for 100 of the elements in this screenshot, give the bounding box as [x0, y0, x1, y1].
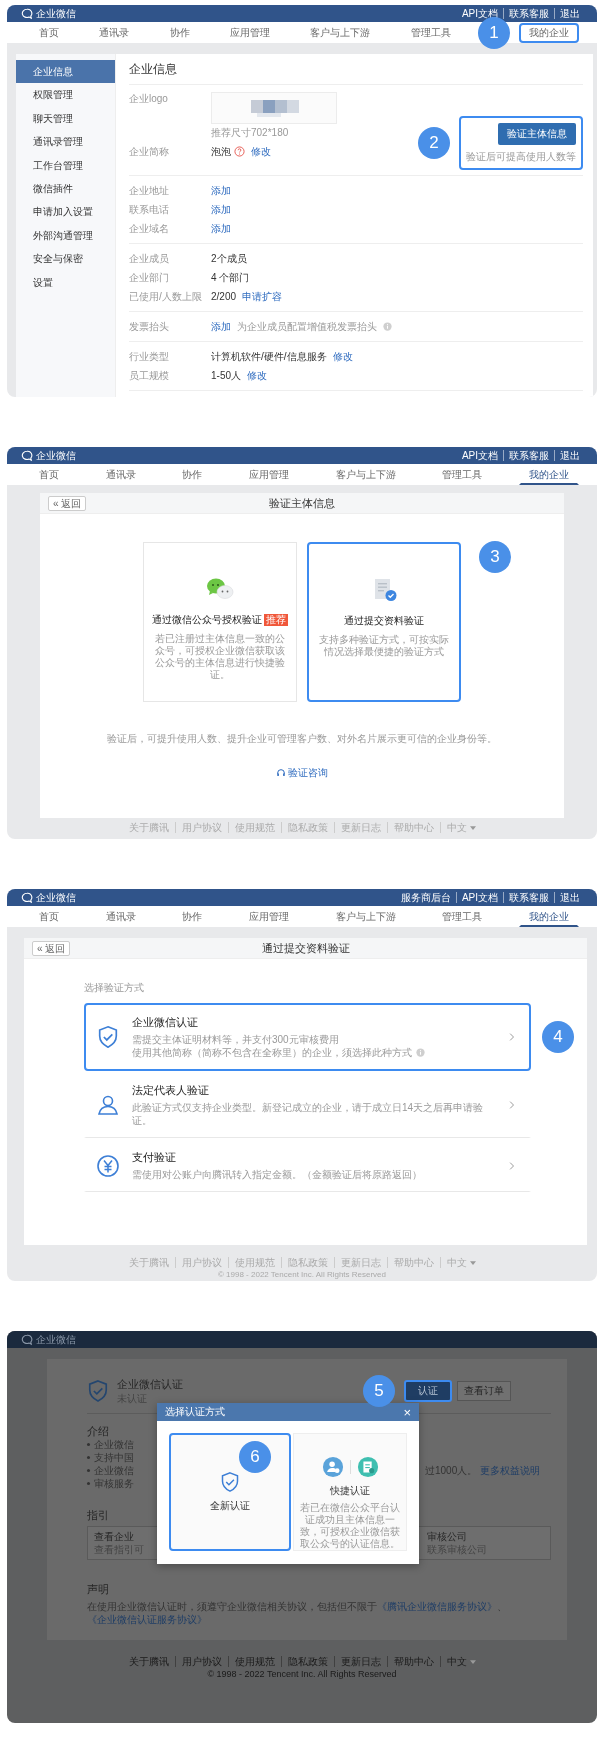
sidebar-item[interactable]: 企业信息: [16, 60, 115, 83]
top-link[interactable]: API文档: [455, 892, 503, 903]
size-hint: 推荐尺寸702*180: [211, 126, 290, 140]
field-label: 企业logo: [129, 92, 169, 106]
chat-bubble-icon: [21, 7, 33, 20]
step-number-badge: 3: [479, 541, 511, 573]
action-link[interactable]: 修改: [251, 144, 271, 159]
field-label: 联系电话: [129, 202, 170, 217]
method-option[interactable]: 企业微信认证 需提交主体证明材料等，并支付300元审核费用 使用其他简称（简称不包含在全称里）的企业，须选择此种方式: [84, 1003, 531, 1071]
nav-tab[interactable]: 应用管理: [238, 906, 299, 927]
nav-tab[interactable]: 通讯录: [95, 464, 146, 485]
bullet-dot: [87, 1469, 90, 1472]
top-link[interactable]: API文档: [456, 8, 503, 19]
nav-tab[interactable]: 协作: [172, 464, 213, 485]
person-icon: [96, 1093, 120, 1117]
chat-bubbles-icon: [205, 577, 235, 601]
nav-tab[interactable]: 管理工具: [400, 22, 461, 43]
method-title: 企业微信认证: [132, 1015, 199, 1030]
verify-button[interactable]: 验证主体信息: [498, 123, 576, 145]
section-heading: 介绍: [87, 1424, 109, 1438]
nav-tab[interactable]: 管理工具: [432, 906, 493, 927]
nav-tab[interactable]: 应用管理: [238, 464, 299, 485]
nav-tab[interactable]: 协作: [172, 906, 213, 927]
shield-check-icon: [220, 1471, 240, 1493]
nav-tab[interactable]: 客户与上下游: [300, 22, 381, 43]
bullet-dot: [87, 1456, 90, 1459]
nav-tab[interactable]: 客户与上下游: [325, 464, 406, 485]
method-description: 需使用对公账户向腾讯转入指定金额。（金额验证后将原路返回）: [132, 1168, 422, 1181]
nav-tab[interactable]: 应用管理: [220, 22, 280, 43]
certify-button[interactable]: 认证: [404, 1380, 452, 1402]
document-badge-icon: [356, 1456, 379, 1478]
nav-tab[interactable]: 我的企业: [518, 464, 579, 485]
field-value: 1-50人: [211, 368, 241, 383]
method-option[interactable]: 支付验证 需使用对公账户向腾讯转入指定金额。（金额验证后将原路返回）: [84, 1138, 531, 1192]
section-heading: 声明: [87, 1582, 109, 1596]
top-link[interactable]: 服务商后台: [395, 892, 456, 903]
action-link[interactable]: 添加: [211, 221, 231, 236]
caret-down-icon: [469, 1260, 476, 1265]
guide-title: 审核公司: [427, 1530, 468, 1543]
nav-tab[interactable]: 管理工具: [432, 464, 493, 485]
field-label: 企业地址: [129, 183, 170, 198]
bullet-dot: [87, 1482, 90, 1485]
field-note: 为企业成员配置增值税发票抬头: [237, 319, 377, 334]
top-link[interactable]: 退出: [554, 8, 585, 19]
step-number-badge: 2: [418, 127, 450, 159]
sidebar-item[interactable]: 微信插件: [16, 176, 115, 200]
back-button[interactable]: « 返回: [48, 495, 87, 511]
field-label: 行业类型: [129, 349, 170, 364]
sidebar-item[interactable]: 外部沟通管理: [16, 223, 115, 247]
sidebar-item[interactable]: 设置: [16, 270, 115, 294]
chevron-right-icon: [509, 1160, 515, 1171]
field-label: 企业部门: [129, 270, 170, 285]
method-description: 使用其他简称（简称不包含在全称里）的企业，须选择此种方式: [132, 1046, 412, 1059]
brand-name: 企业微信: [36, 890, 76, 905]
help-icon[interactable]: [234, 146, 245, 157]
close-button[interactable]: ×: [403, 1405, 411, 1419]
field-label: 已使用/人数上限: [129, 289, 203, 304]
option-card[interactable]: 通过提交资料验证 支持多种验证方式，可按实际情况选择最便捷的验证方式: [307, 542, 461, 702]
recommended-tag: 推荐: [264, 614, 288, 626]
info-icon[interactable]: [416, 1048, 425, 1057]
sidebar-item[interactable]: 安全与保密: [16, 247, 115, 271]
headset-icon: [276, 768, 286, 778]
field-label: 发票抬头: [129, 319, 170, 334]
method-option[interactable]: 法定代表人验证 此验证方式仅支持企业类型。新登记成立的企业，请于成立日14天之后再申请验证。: [84, 1071, 531, 1138]
page-title: 企业信息: [129, 54, 583, 85]
sidebar-item[interactable]: 申请加入设置: [16, 200, 115, 224]
action-link[interactable]: 添加: [211, 183, 231, 198]
back-button[interactable]: « 返回: [32, 940, 71, 956]
nav-tab[interactable]: 我的企业: [518, 906, 579, 927]
nav-tab[interactable]: 首页: [29, 22, 69, 43]
nav-tab[interactable]: 通讯录: [89, 22, 140, 43]
chat-bubble-icon: [21, 449, 33, 462]
action-link[interactable]: 修改: [332, 349, 353, 364]
top-link[interactable]: API文档: [456, 450, 503, 461]
sidebar-item[interactable]: 通讯录管理: [16, 130, 115, 154]
action-link[interactable]: 修改: [247, 368, 267, 383]
top-link[interactable]: 联系客服: [503, 8, 554, 19]
top-link[interactable]: 退出: [554, 892, 585, 903]
sidebar-item[interactable]: 权限管理: [16, 83, 115, 107]
consult-link[interactable]: 验证咨询: [276, 766, 328, 780]
top-link[interactable]: 联系客服: [503, 892, 554, 903]
action-link[interactable]: 添加: [211, 202, 231, 217]
info-icon[interactable]: [383, 322, 392, 331]
sidebar-item[interactable]: 聊天管理: [16, 106, 115, 130]
nav-tab[interactable]: 客户与上下游: [325, 906, 406, 927]
nav-tab[interactable]: 我的企业: [518, 22, 579, 43]
top-link[interactable]: 联系客服: [503, 450, 554, 461]
action-link[interactable]: 申请扩容: [242, 289, 283, 304]
bullet-dot: [87, 1443, 90, 1446]
method-description: 需提交主体证明材料等，并支付300元审核费用: [132, 1033, 339, 1046]
nav-tab[interactable]: 首页: [29, 464, 69, 485]
field-value: 4 个部门: [211, 270, 250, 285]
field-value: 计算机软件/硬件/信息服务: [211, 349, 327, 364]
action-link[interactable]: 添加: [211, 319, 231, 334]
nav-tab[interactable]: 通讯录: [95, 906, 146, 927]
top-link[interactable]: 退出: [554, 450, 585, 461]
nav-tab[interactable]: 首页: [29, 906, 69, 927]
method-title: 法定代表人验证: [132, 1083, 210, 1098]
nav-tab[interactable]: 协作: [159, 22, 200, 43]
sidebar-item[interactable]: 工作台管理: [16, 153, 115, 177]
